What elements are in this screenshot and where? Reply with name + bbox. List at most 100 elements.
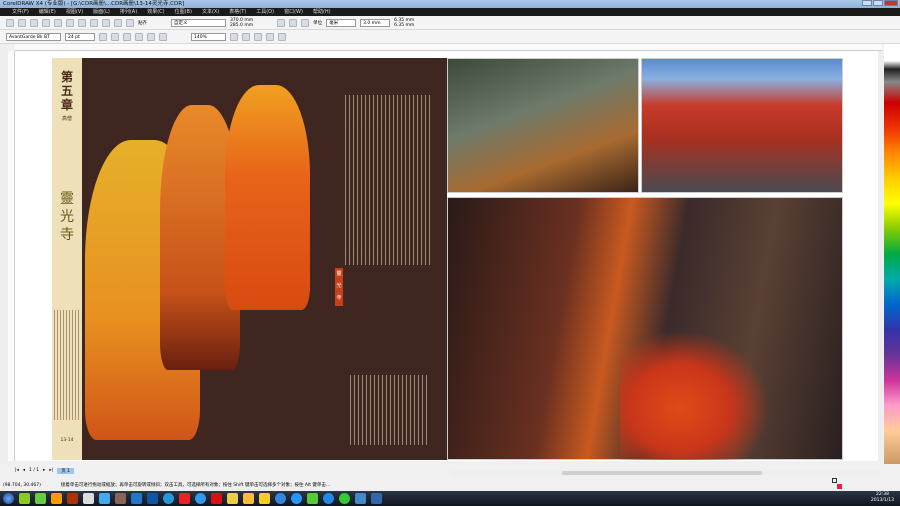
taskbar-app-icon[interactable] [99,493,110,504]
bullet-icon[interactable] [147,32,155,41]
next-page-button[interactable]: ▸ [43,468,45,473]
underline-icon[interactable] [123,32,131,41]
import-icon[interactable] [114,18,122,27]
menu-bitmaps[interactable]: 位图(B) [175,8,192,16]
maximize-button[interactable] [873,0,883,6]
toolbox[interactable] [0,44,8,464]
prev-page-button[interactable]: ◂ [23,468,25,473]
zoom-out-icon[interactable] [242,32,250,41]
taskbar-app-icon[interactable] [307,493,318,504]
new-icon[interactable] [6,18,14,27]
menu-table[interactable]: 表格(T) [229,8,246,16]
bold-icon[interactable] [99,32,107,41]
taskbar-app-icon[interactable] [243,493,254,504]
print-icon[interactable] [42,18,50,27]
vertical-scrollbar[interactable] [878,51,883,461]
zoom-select[interactable]: 140% [191,32,226,41]
horizontal-ruler[interactable] [15,44,882,51]
page-height[interactable]: 285.0 mm [230,23,253,28]
page-tab[interactable]: 页 1 [57,467,74,474]
zoom-selected-icon[interactable] [254,32,262,41]
undo-icon[interactable] [90,18,98,27]
all-pages-icon[interactable] [301,18,310,27]
menu-help[interactable]: 帮助(H) [313,8,331,16]
mail-icon[interactable] [211,493,222,504]
taskbar-app-icon[interactable] [371,493,382,504]
fill-color-swatch[interactable] [837,484,842,489]
taskbar-app-icon[interactable] [355,493,366,504]
nudge-input[interactable]: 3.0 mm [360,18,391,27]
taskbar-app-icon[interactable] [339,493,350,504]
browser-icon[interactable] [195,493,206,504]
text-toolbar: AvantGarde Bk BT 24 pt 140% [0,30,900,44]
photo-incense-burner [447,58,639,193]
menu-arrange[interactable]: 排列(A) [120,8,137,16]
window-controls [862,0,898,7]
standard-toolbar: 贴齐 自定义 370.0 mm 285.0 mm 单位 毫米 3.0 mm 6.3… [0,16,900,30]
system-clock[interactable]: 22:38 2013/1/13 [871,491,894,504]
menu-edit[interactable]: 编辑(E) [39,8,56,16]
redo-icon[interactable] [102,18,110,27]
coreldraw-task-icon[interactable] [35,493,46,504]
landscape-icon[interactable] [289,18,298,27]
folder-icon[interactable] [227,493,238,504]
copy-icon[interactable] [66,18,74,27]
units-label: 单位 [313,20,323,26]
paper-preset-select[interactable]: 自定义 [171,18,226,27]
page-number: 13-14 [60,438,74,443]
taskbar-app-icon[interactable] [131,493,142,504]
bridge-icon[interactable] [67,493,78,504]
save-icon[interactable] [30,18,38,27]
taskbar-app-icon[interactable] [115,493,126,504]
photoshop-icon[interactable] [147,493,158,504]
taskbar-app-icon[interactable] [83,493,94,504]
kugou-icon[interactable] [163,493,174,504]
media-player-icon[interactable] [291,493,302,504]
last-page-button[interactable]: ▸| [49,468,53,473]
status-bar: (98.704, 30.467) 接着单击可进行拖动或缩放；再单击可旋转或倾斜；… [0,481,900,491]
menu-window[interactable]: 窗口(W) [284,8,303,16]
outline-none-icon[interactable] [832,478,837,483]
menu-layout[interactable]: 版面(L) [93,8,110,16]
ie-icon[interactable] [323,493,334,504]
snap-label[interactable]: 贴齐 [138,20,147,26]
close-button[interactable] [884,0,898,6]
red-seal: 靈光寺 [335,268,343,306]
color-palette[interactable] [884,44,900,464]
italic-icon[interactable] [111,32,119,41]
font-size-select[interactable]: 24 pt [65,32,95,41]
paste-icon[interactable] [78,18,86,27]
zoom-in-icon[interactable] [230,32,238,41]
duplicate-y[interactable]: 6.35 mm [394,23,414,28]
minimize-button[interactable] [862,0,872,6]
open-icon[interactable] [18,18,26,27]
monk-figure-3 [225,85,310,310]
monks-in-red-robes [620,330,770,460]
illustrator-icon[interactable] [51,493,62,504]
taskbar-app-icon[interactable] [259,493,270,504]
vertical-ruler[interactable] [8,51,15,461]
export-icon[interactable] [126,18,134,27]
menu-view[interactable]: 视图(V) [66,8,83,16]
units-select[interactable]: 毫米 [326,18,357,27]
menu-file[interactable]: 文件(F) [12,8,29,16]
page-count: 1 / 1 [29,468,40,473]
portrait-icon[interactable] [277,18,286,27]
menu-effects[interactable]: 效果(C) [147,8,164,16]
taskbar-app-icon[interactable] [19,493,30,504]
photo-temple-gate [641,58,843,193]
menu-tools[interactable]: 工具(O) [256,8,274,16]
zoom-all-icon[interactable] [266,32,274,41]
title-bar: CorelDRAW X4 (专业版) - [G:\CDR画册\...CDR画册\… [0,0,900,8]
scrollbar-thumb[interactable] [562,471,762,475]
dropcap-icon[interactable] [159,32,167,41]
qq-icon[interactable] [179,493,190,504]
cut-icon[interactable] [54,18,62,27]
font-select[interactable]: AvantGarde Bk BT [6,32,61,41]
first-page-button[interactable]: |◂ [15,468,19,473]
zoom-page-icon[interactable] [278,32,286,41]
taskbar-app-icon[interactable] [275,493,286,504]
align-icon[interactable] [135,32,143,41]
start-button[interactable] [3,493,14,504]
menu-text[interactable]: 文本(X) [202,8,219,16]
